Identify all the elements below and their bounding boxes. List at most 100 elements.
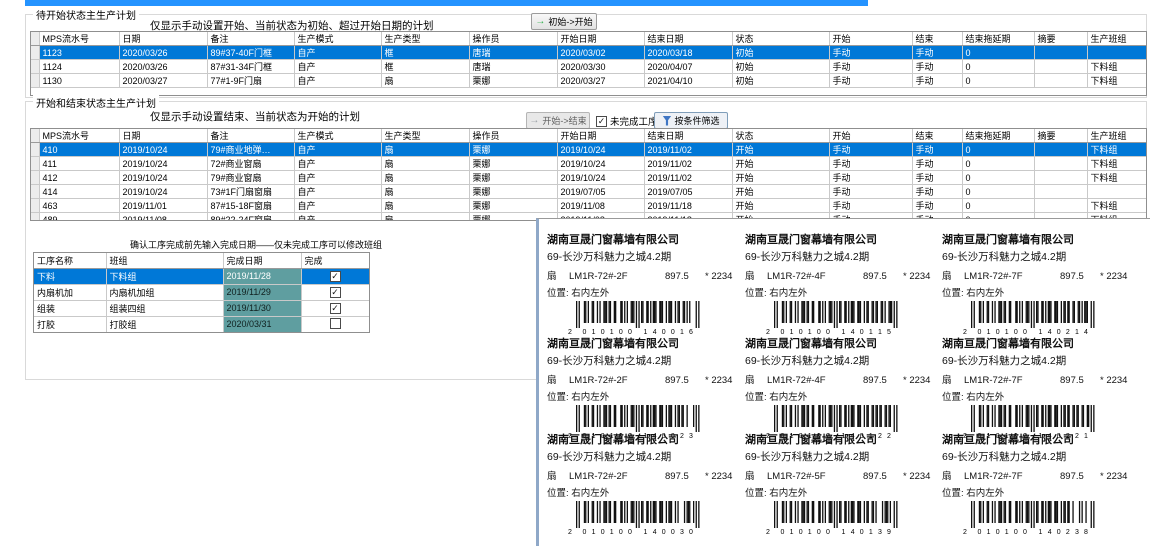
table-cell[interactable]: 414	[39, 185, 119, 199]
column-header[interactable]: 摘要	[1034, 32, 1087, 46]
table-cell[interactable]: 手动	[912, 185, 962, 199]
table-cell[interactable]	[1087, 46, 1146, 60]
process-name-cell[interactable]: 组装	[34, 300, 106, 316]
column-header[interactable]: 结束拖延期	[962, 129, 1034, 143]
table-cell[interactable]: 自产	[294, 60, 381, 74]
init-to-start-button[interactable]: → 初始->开始	[531, 13, 597, 30]
column-header[interactable]: 生产类型	[381, 129, 469, 143]
mps-grid[interactable]: MPS流水号日期备注生产模式生产类型操作员开始日期结束日期状态开始结束结束拖延期…	[31, 129, 1147, 221]
table-cell[interactable]: 手动	[829, 60, 912, 74]
row-header-stub[interactable]	[31, 60, 39, 74]
done-cell[interactable]: ✓	[301, 268, 369, 284]
column-header[interactable]: 结束日期	[644, 129, 732, 143]
table-cell[interactable]: 2019/10/24	[119, 171, 207, 185]
process-confirm-table[interactable]: 工序名称班组完成日期完成下料下料组2019/11/28✓内扇机加内扇机加组201…	[33, 252, 370, 333]
table-cell[interactable]: 2019/11/08	[119, 213, 207, 222]
table-row[interactable]: 4122019/10/2479#商业窗扇自产扇栗娜2019/10/242019/…	[31, 171, 1146, 185]
column-header[interactable]: 生产班组	[1087, 129, 1146, 143]
table-cell[interactable]: 扇	[381, 213, 469, 222]
table-cell[interactable]: 2020/03/26	[119, 60, 207, 74]
table-cell[interactable]: 2019/11/18	[644, 199, 732, 213]
table-cell[interactable]: 2019/11/08	[557, 199, 644, 213]
table-cell[interactable]: 1124	[39, 60, 119, 74]
table-row[interactable]: 11302020/03/2777#1-9F门扇自产扇栗娜2020/03/2720…	[31, 74, 1146, 88]
process-done-checkbox[interactable]: ✓	[330, 303, 341, 314]
column-header[interactable]: 生产班组	[1087, 32, 1146, 46]
column-header[interactable]: 开始日期	[557, 129, 644, 143]
table-row[interactable]: 4102019/10/2479#商业地弹…自产扇栗娜2019/10/242019…	[31, 143, 1146, 157]
table-row[interactable]: 11232020/03/2689#37-40F门框自产框唐瑞2020/03/02…	[31, 46, 1146, 60]
table-cell[interactable]: 0	[962, 143, 1034, 157]
table-cell[interactable]: 手动	[829, 171, 912, 185]
table-cell[interactable]: 手动	[829, 157, 912, 171]
table-cell[interactable]: 栗娜	[469, 143, 557, 157]
table-cell[interactable]: 2020/03/27	[119, 74, 207, 88]
table-cell[interactable]: 2020/03/30	[557, 60, 644, 74]
table-cell[interactable]: 77#1-9F门扇	[207, 74, 294, 88]
column-header[interactable]: 完成日期	[223, 253, 301, 268]
table-row[interactable]: 4142019/10/2473#1F门扇窗扇自产扇栗娜2019/07/05201…	[31, 185, 1146, 199]
table-cell[interactable]: 开始	[732, 143, 829, 157]
table-row[interactable]: 内扇机加内扇机加组2019/11/29✓	[34, 284, 369, 300]
table-cell[interactable]: 2020/04/07	[644, 60, 732, 74]
table-row[interactable]: 下料下料组2019/11/28✓	[34, 268, 369, 284]
table-cell[interactable]: 扇	[381, 74, 469, 88]
table-cell[interactable]: 410	[39, 143, 119, 157]
started-plans-table[interactable]: MPS流水号日期备注生产模式生产类型操作员开始日期结束日期状态开始结束结束拖延期…	[30, 128, 1147, 221]
table-cell[interactable]: 栗娜	[469, 74, 557, 88]
table-cell[interactable]: 自产	[294, 171, 381, 185]
table-cell[interactable]: 栗娜	[469, 185, 557, 199]
table-cell[interactable]: 411	[39, 157, 119, 171]
table-cell[interactable]: 开始	[732, 171, 829, 185]
column-header[interactable]: 结束日期	[644, 32, 732, 46]
table-cell[interactable]: 0	[962, 199, 1034, 213]
table-cell[interactable]: 栗娜	[469, 157, 557, 171]
table-cell[interactable]: 初始	[732, 74, 829, 88]
column-header[interactable]: 开始日期	[557, 32, 644, 46]
table-row[interactable]: 打胶打胶组2020/03/31	[34, 316, 369, 332]
row-header-stub[interactable]	[31, 185, 39, 199]
table-cell[interactable]: 自产	[294, 199, 381, 213]
table-cell[interactable]: 2019/07/05	[557, 185, 644, 199]
table-cell[interactable]: 87#15-18F窗扇	[207, 199, 294, 213]
table-cell[interactable]: 489	[39, 213, 119, 222]
start-to-finish-button[interactable]: → 开始->结束	[526, 112, 590, 129]
table-cell[interactable]: 扇	[381, 171, 469, 185]
filter-by-condition-button[interactable]: 按条件筛选	[654, 112, 728, 129]
team-cell[interactable]: 下料组	[106, 268, 223, 284]
column-header[interactable]: 日期	[119, 129, 207, 143]
done-cell[interactable]	[301, 316, 369, 332]
table-cell[interactable]: 手动	[912, 171, 962, 185]
table-cell[interactable]: 手动	[829, 143, 912, 157]
table-cell[interactable]: 扇	[381, 143, 469, 157]
table-cell[interactable]: 2019/10/24	[119, 185, 207, 199]
table-cell[interactable]	[1034, 171, 1087, 185]
row-header-stub[interactable]	[31, 143, 39, 157]
table-cell[interactable]: 扇	[381, 199, 469, 213]
table-cell[interactable]: 手动	[912, 199, 962, 213]
table-cell[interactable]: 自产	[294, 157, 381, 171]
table-cell[interactable]: 栗娜	[469, 171, 557, 185]
table-cell[interactable]: 2019/11/01	[119, 199, 207, 213]
table-row[interactable]: 4112019/10/2472#商业窗扇自产扇栗娜2019/10/242019/…	[31, 157, 1146, 171]
table-cell[interactable]: 79#商业地弹…	[207, 143, 294, 157]
table-cell[interactable]: 下料组	[1087, 157, 1146, 171]
unfinished-process-checkbox[interactable]: ✓ 未完成工序	[596, 114, 658, 128]
column-header[interactable]: 备注	[207, 129, 294, 143]
team-cell[interactable]: 打胶组	[106, 316, 223, 332]
column-header[interactable]: 备注	[207, 32, 294, 46]
table-cell[interactable]: 下料组	[1087, 74, 1146, 88]
table-cell[interactable]: 手动	[829, 185, 912, 199]
table-cell[interactable]: 72#商业窗扇	[207, 157, 294, 171]
table-row[interactable]: 11242020/03/2687#31-34F门框自产框唐瑞2020/03/30…	[31, 60, 1146, 74]
table-cell[interactable]: 2019/11/02	[644, 157, 732, 171]
row-header-stub[interactable]	[31, 46, 39, 60]
column-header[interactable]: 状态	[732, 129, 829, 143]
column-header[interactable]: MPS流水号	[39, 32, 119, 46]
column-header[interactable]: 完成	[301, 253, 369, 268]
process-done-checkbox[interactable]: ✓	[330, 287, 341, 298]
table-cell[interactable]: 开始	[732, 199, 829, 213]
table-cell[interactable]: 2019/10/24	[557, 171, 644, 185]
table-cell[interactable]: 自产	[294, 74, 381, 88]
table-cell[interactable]: 2020/03/18	[644, 46, 732, 60]
